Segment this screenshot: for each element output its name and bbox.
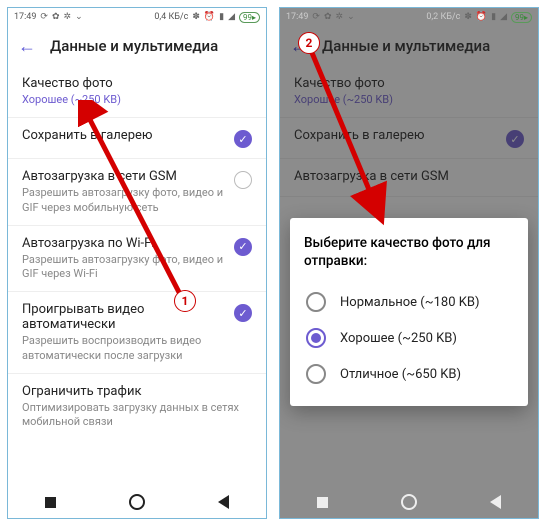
- status-bar: 17:49 ⟳ ✿ ✲ ⌄ 0,4 КБ/с ✽ ⏰ ▮ ◢ 99▸: [8, 8, 266, 26]
- battery-icon: 99▸: [239, 12, 260, 23]
- nav-home-icon[interactable]: [401, 494, 417, 510]
- nav-recent-icon[interactable]: [45, 497, 56, 508]
- wifi-icon: ◢: [228, 12, 235, 22]
- option-excellent[interactable]: Отличное (~650 KB): [304, 356, 514, 392]
- battery-icon: 99▸: [511, 12, 532, 23]
- radio-unchecked-icon: [306, 364, 326, 384]
- row-subtitle: Разрешить воспроизводить видео автоматич…: [22, 334, 226, 363]
- row-subtitle: Разрешить автозагрузку фото, видео и GIF…: [22, 253, 226, 282]
- wifi-icon: ◢: [500, 12, 507, 22]
- row-title: Качество фото: [22, 76, 252, 91]
- option-label: Хорошее (~250 KB): [340, 331, 457, 346]
- bluetooth-icon: ✽: [464, 12, 472, 22]
- row-title: Ограничить трафик: [22, 384, 252, 399]
- photo-quality-dialog: Выберите качество фото для отправки: Нор…: [290, 218, 528, 406]
- cast-icon: ⌄: [347, 12, 355, 22]
- radio-checked-icon: [306, 328, 326, 348]
- row-save-gallery[interactable]: Сохранить в галерею ✓: [8, 118, 266, 159]
- sync-icon: ✿: [324, 12, 332, 22]
- sync-icon: ⟳: [40, 12, 48, 22]
- row-subtitle: Оптимизировать загрузку данных в сетях м…: [22, 401, 252, 430]
- status-bar: 17:49 ⟳ ✿ ✲ ⌄ 0,2 КБ/с ✽ ⏰ ▮ ◢ 99▸: [280, 8, 538, 26]
- gear-icon: ✲: [336, 12, 344, 22]
- checkbox-checked-icon[interactable]: ✓: [234, 238, 252, 256]
- alarm-icon: ⏰: [204, 12, 215, 22]
- checkbox-checked-icon[interactable]: ✓: [234, 304, 252, 322]
- row-auto-wifi[interactable]: Автозагрузка по Wi-Fi Разрешить автозагр…: [8, 226, 266, 293]
- gear-icon: ✲: [64, 12, 72, 22]
- option-normal[interactable]: Нормальное (~180 KB): [304, 284, 514, 320]
- status-time: 17:49: [286, 12, 308, 22]
- sync-icon: ⟳: [312, 12, 320, 22]
- status-speed: 0,4 КБ/с: [154, 12, 188, 22]
- status-speed: 0,2 КБ/с: [426, 12, 460, 22]
- row-auto-gsm[interactable]: Автозагрузка в сети GSM Разрешить автоза…: [8, 159, 266, 226]
- row-limit-traffic[interactable]: Ограничить трафик Оптимизировать загрузк…: [8, 374, 266, 440]
- dialog-title: Выберите качество фото для отправки:: [304, 234, 514, 270]
- sync-icon: ✿: [52, 12, 60, 22]
- bluetooth-icon: ✽: [192, 12, 200, 22]
- row-title: Проигрывать видео автоматически: [22, 302, 226, 332]
- signal-icon: ▮: [219, 12, 224, 22]
- cast-icon: ⌄: [75, 12, 83, 22]
- page-title: Данные и мультимедиа: [50, 37, 218, 55]
- phone-screenshot-2: 17:49 ⟳ ✿ ✲ ⌄ 0,2 КБ/с ✽ ⏰ ▮ ◢ 99▸ ← Дан…: [279, 7, 539, 519]
- signal-icon: ▮: [491, 12, 496, 22]
- row-subtitle: Разрешить автозагрузку фото, видео и GIF…: [22, 186, 226, 215]
- row-photo-quality[interactable]: Качество фото Хорошее (~250 KB): [8, 66, 266, 118]
- row-subtitle: Хорошее (~250 KB): [22, 93, 252, 107]
- row-title: Автозагрузка в сети GSM: [22, 169, 226, 184]
- option-label: Отличное (~650 KB): [340, 367, 461, 382]
- phone-screenshot-1: 17:49 ⟳ ✿ ✲ ⌄ 0,4 КБ/с ✽ ⏰ ▮ ◢ 99▸ ← Дан…: [7, 7, 267, 519]
- nav-bar: [8, 486, 266, 518]
- nav-back-icon[interactable]: [490, 495, 501, 509]
- checkbox-unchecked-icon[interactable]: [234, 171, 252, 189]
- nav-back-icon[interactable]: [218, 495, 229, 509]
- row-autoplay[interactable]: Проигрывать видео автоматически Разрешит…: [8, 292, 266, 374]
- alarm-icon: ⏰: [476, 12, 487, 22]
- nav-recent-icon[interactable]: [317, 497, 328, 508]
- nav-bar: [280, 486, 538, 518]
- nav-home-icon[interactable]: [129, 494, 145, 510]
- app-bar: ← Данные и мультимедиа: [8, 26, 266, 66]
- row-title: Автозагрузка по Wi-Fi: [22, 236, 226, 251]
- back-arrow-icon[interactable]: ←: [18, 36, 36, 57]
- option-good[interactable]: Хорошее (~250 KB): [304, 320, 514, 356]
- radio-unchecked-icon: [306, 292, 326, 312]
- option-label: Нормальное (~180 KB): [340, 295, 480, 310]
- status-time: 17:49: [14, 12, 36, 22]
- row-title: Сохранить в галерею: [22, 128, 226, 143]
- checkbox-checked-icon[interactable]: ✓: [234, 130, 252, 148]
